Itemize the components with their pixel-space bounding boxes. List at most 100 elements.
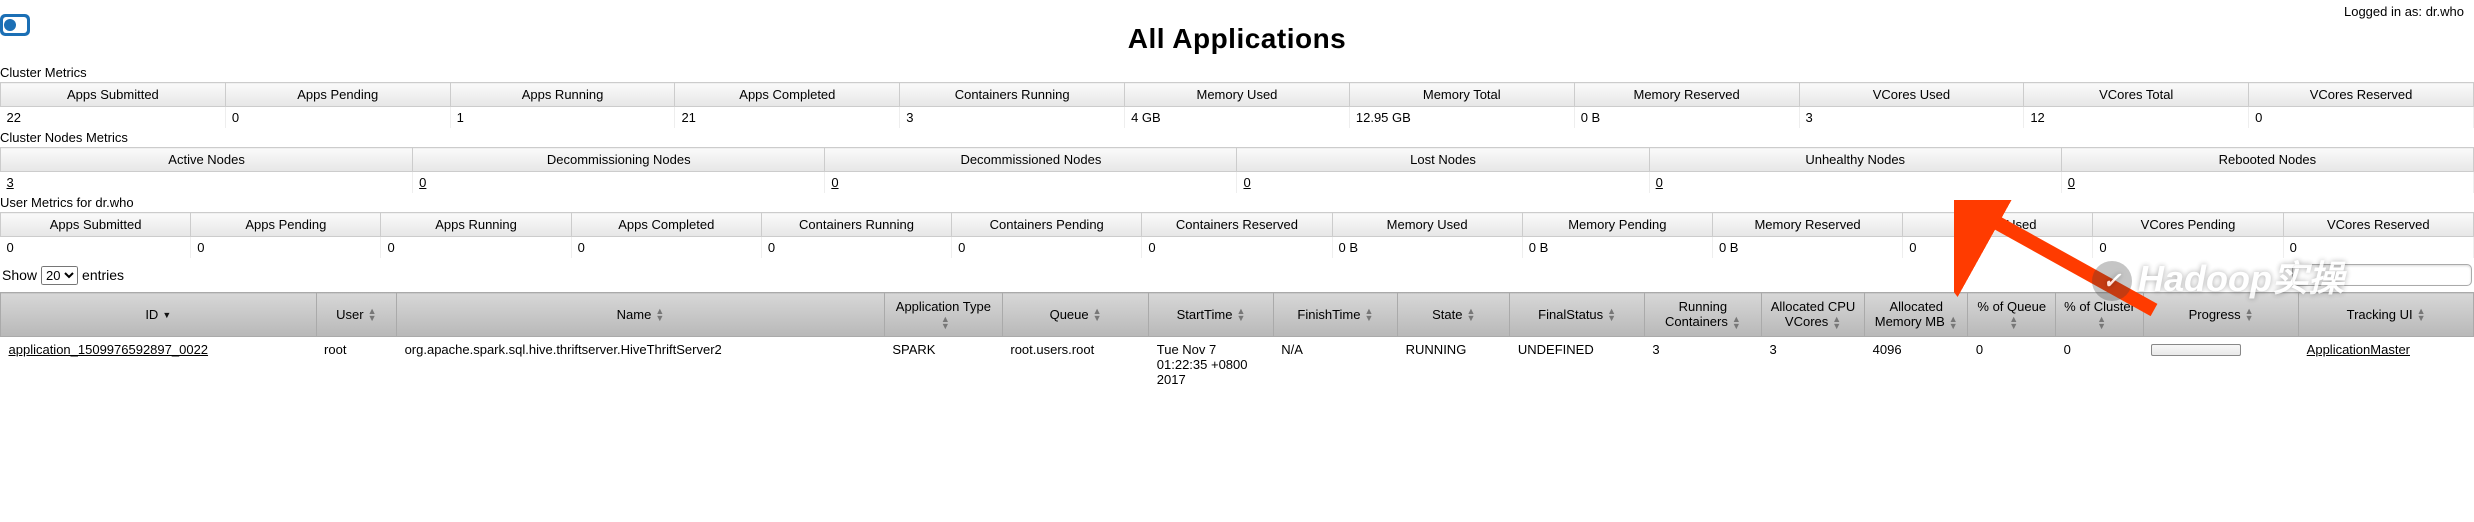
cluster-metrics-table: Apps Submitted Apps Pending Apps Running… <box>0 82 2474 128</box>
col-unhealthy-nodes[interactable]: Unhealthy Nodes <box>1649 148 2061 172</box>
col-finishtime[interactable]: FinishTime▲▼ <box>1273 293 1397 337</box>
col-u-containers-reserved[interactable]: Containers Reserved <box>1142 213 1332 237</box>
cluster-nodes-label: Cluster Nodes Metrics <box>0 128 2474 147</box>
col-vcores-used[interactable]: VCores Used <box>1799 83 2024 107</box>
filter-input[interactable] <box>2292 264 2472 286</box>
lost-nodes-link[interactable]: 0 <box>1243 175 1250 190</box>
unhealthy-nodes-link[interactable]: 0 <box>1656 175 1663 190</box>
applications-table: ID▼ User▲▼ Name▲▼ Application Type▲▼ Que… <box>0 292 2474 392</box>
sort-icon: ▲▼ <box>1236 308 1245 322</box>
user-metrics-label: User Metrics for dr.who <box>0 193 2474 212</box>
col-running-containers[interactable]: Running Containers▲▼ <box>1644 293 1761 337</box>
col-id[interactable]: ID▼ <box>1 293 317 337</box>
app-id-link[interactable]: application_1509976592897_0022 <box>9 342 209 357</box>
sort-icon: ▲▼ <box>2097 316 2106 330</box>
cell-queue: root.users.root <box>1002 336 1148 392</box>
show-label: Show <box>2 267 37 283</box>
col-tracking[interactable]: Tracking UI▲▼ <box>2299 293 2474 337</box>
cell-name: org.apache.spark.sql.hive.thriftserver.H… <box>397 336 885 392</box>
sort-icon: ▲▼ <box>2417 308 2426 322</box>
col-lost-nodes[interactable]: Lost Nodes <box>1237 148 1649 172</box>
sort-icon: ▲▼ <box>2009 316 2018 330</box>
col-alloc-memory[interactable]: Allocated Memory MB▲▼ <box>1865 293 1968 337</box>
cell-progress <box>2143 336 2298 392</box>
col-decom-nodes[interactable]: Decommissioning Nodes <box>413 148 825 172</box>
login-status: Logged in as: dr.who <box>2344 4 2464 19</box>
col-finalstatus[interactable]: FinalStatus▲▼ <box>1510 293 1644 337</box>
col-starttime[interactable]: StartTime▲▼ <box>1149 293 1273 337</box>
progress-bar <box>2151 344 2241 356</box>
col-vcores-reserved[interactable]: VCores Reserved <box>2249 83 2474 107</box>
col-app-type[interactable]: Application Type▲▼ <box>884 293 1002 337</box>
table-row: 3 0 0 0 0 0 <box>1 172 2474 194</box>
entries-count-select[interactable]: 20 <box>41 266 78 285</box>
entries-suffix: entries <box>82 267 124 283</box>
col-vcores-total[interactable]: VCores Total <box>2024 83 2249 107</box>
col-containers-running[interactable]: Containers Running <box>900 83 1125 107</box>
col-u-vcores-pending[interactable]: VCores Pending <box>2093 213 2283 237</box>
col-u-apps-running[interactable]: Apps Running <box>381 213 571 237</box>
col-u-containers-running[interactable]: Containers Running <box>761 213 951 237</box>
col-memory-used[interactable]: Memory Used <box>1125 83 1350 107</box>
table-row: 0 0 0 0 0 0 0 0 B 0 B 0 B 0 0 0 <box>1 237 2474 259</box>
col-u-apps-completed[interactable]: Apps Completed <box>571 213 761 237</box>
sort-icon: ▲▼ <box>1607 308 1616 322</box>
col-u-apps-submitted[interactable]: Apps Submitted <box>1 213 191 237</box>
col-user[interactable]: User▲▼ <box>316 293 397 337</box>
cell-pct-cluster: 0 <box>2056 336 2144 392</box>
sort-icon: ▲▼ <box>1732 316 1741 330</box>
col-rebooted-nodes[interactable]: Rebooted Nodes <box>2061 148 2473 172</box>
cell-state: RUNNING <box>1398 336 1510 392</box>
sort-icon: ▲▼ <box>941 316 950 330</box>
sort-icon: ▲▼ <box>1466 308 1475 322</box>
cell-pct-queue: 0 <box>1968 336 2056 392</box>
sort-icon: ▲▼ <box>368 308 377 322</box>
col-pct-cluster[interactable]: % of Cluster▲▼ <box>2056 293 2144 337</box>
col-u-vcores-used[interactable]: VCores Used <box>1903 213 2093 237</box>
col-u-memory-pending[interactable]: Memory Pending <box>1522 213 1712 237</box>
col-u-vcores-reserved[interactable]: VCores Reserved <box>2283 213 2473 237</box>
cluster-metrics-label: Cluster Metrics <box>0 63 2474 82</box>
rebooted-nodes-link[interactable]: 0 <box>2068 175 2075 190</box>
cell-start: Tue Nov 7 01:22:35 +0800 2017 <box>1149 336 1273 392</box>
col-u-memory-used[interactable]: Memory Used <box>1332 213 1522 237</box>
col-u-containers-pending[interactable]: Containers Pending <box>952 213 1142 237</box>
col-progress[interactable]: Progress▲▼ <box>2143 293 2298 337</box>
col-apps-completed[interactable]: Apps Completed <box>675 83 900 107</box>
sort-icon: ▲▼ <box>2245 308 2254 322</box>
col-apps-pending[interactable]: Apps Pending <box>225 83 450 107</box>
col-active-nodes[interactable]: Active Nodes <box>1 148 413 172</box>
table-row: application_1509976592897_0022 root org.… <box>1 336 2474 392</box>
sort-icon: ▲▼ <box>1949 316 1958 330</box>
table-row: 22 0 1 21 3 4 GB 12.95 GB 0 B 3 12 0 <box>1 107 2474 129</box>
sort-icon: ▲▼ <box>1832 316 1841 330</box>
decom-nodes-link[interactable]: 0 <box>419 175 426 190</box>
col-u-apps-pending[interactable]: Apps Pending <box>191 213 381 237</box>
col-state[interactable]: State▲▼ <box>1398 293 1510 337</box>
col-apps-submitted[interactable]: Apps Submitted <box>1 83 226 107</box>
col-pct-queue[interactable]: % of Queue▲▼ <box>1968 293 2056 337</box>
col-alloc-vcores[interactable]: Allocated CPU VCores▲▼ <box>1761 293 1864 337</box>
col-name[interactable]: Name▲▼ <box>397 293 885 337</box>
user-metrics-table: Apps Submitted Apps Pending Apps Running… <box>0 212 2474 258</box>
tracking-link[interactable]: ApplicationMaster <box>2307 342 2410 357</box>
active-nodes-link[interactable]: 3 <box>7 175 14 190</box>
sort-desc-icon: ▼ <box>162 312 171 319</box>
cell-finish: N/A <box>1273 336 1397 392</box>
logo <box>0 14 30 43</box>
page-title: All Applications <box>0 23 2474 55</box>
decomd-nodes-link[interactable]: 0 <box>831 175 838 190</box>
col-memory-total[interactable]: Memory Total <box>1349 83 1574 107</box>
col-memory-reserved[interactable]: Memory Reserved <box>1574 83 1799 107</box>
sort-icon: ▲▼ <box>1093 308 1102 322</box>
col-queue[interactable]: Queue▲▼ <box>1002 293 1148 337</box>
cell-containers: 3 <box>1644 336 1761 392</box>
cell-user: root <box>316 336 397 392</box>
col-apps-running[interactable]: Apps Running <box>450 83 675 107</box>
cell-memory: 4096 <box>1865 336 1968 392</box>
cell-vcores: 3 <box>1761 336 1864 392</box>
col-decomd-nodes[interactable]: Decommissioned Nodes <box>825 148 1237 172</box>
sort-icon: ▲▼ <box>655 308 664 322</box>
col-u-memory-reserved[interactable]: Memory Reserved <box>1712 213 1902 237</box>
cell-type: SPARK <box>884 336 1002 392</box>
